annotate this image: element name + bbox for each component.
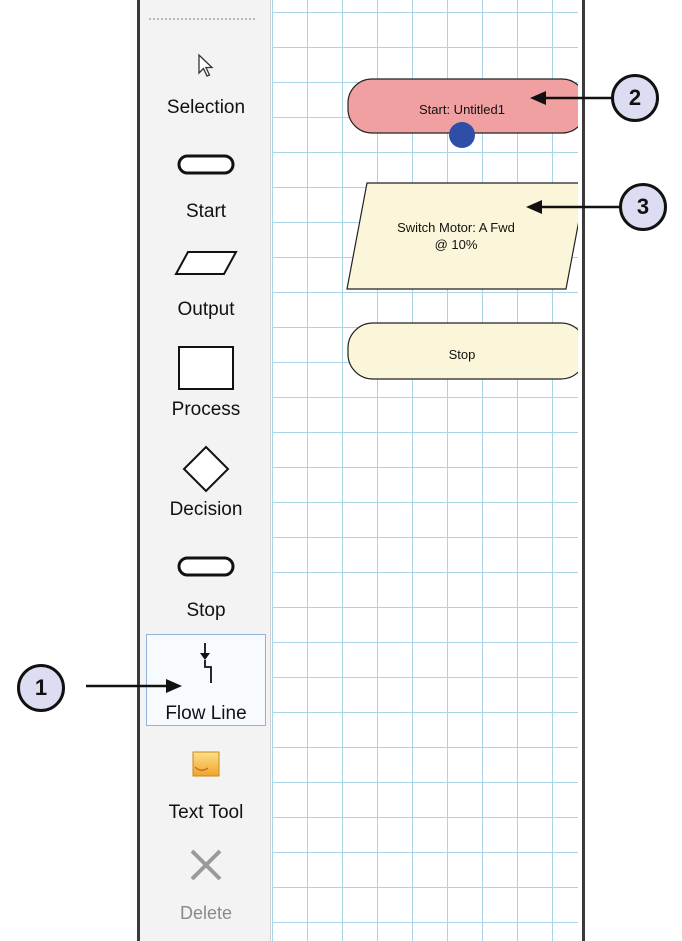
callout-arrows [86, 91, 620, 693]
callout-badge-3: 3 [619, 183, 667, 231]
callout-badge-1: 1 [17, 664, 65, 712]
callout-badge-2: 2 [611, 74, 659, 122]
